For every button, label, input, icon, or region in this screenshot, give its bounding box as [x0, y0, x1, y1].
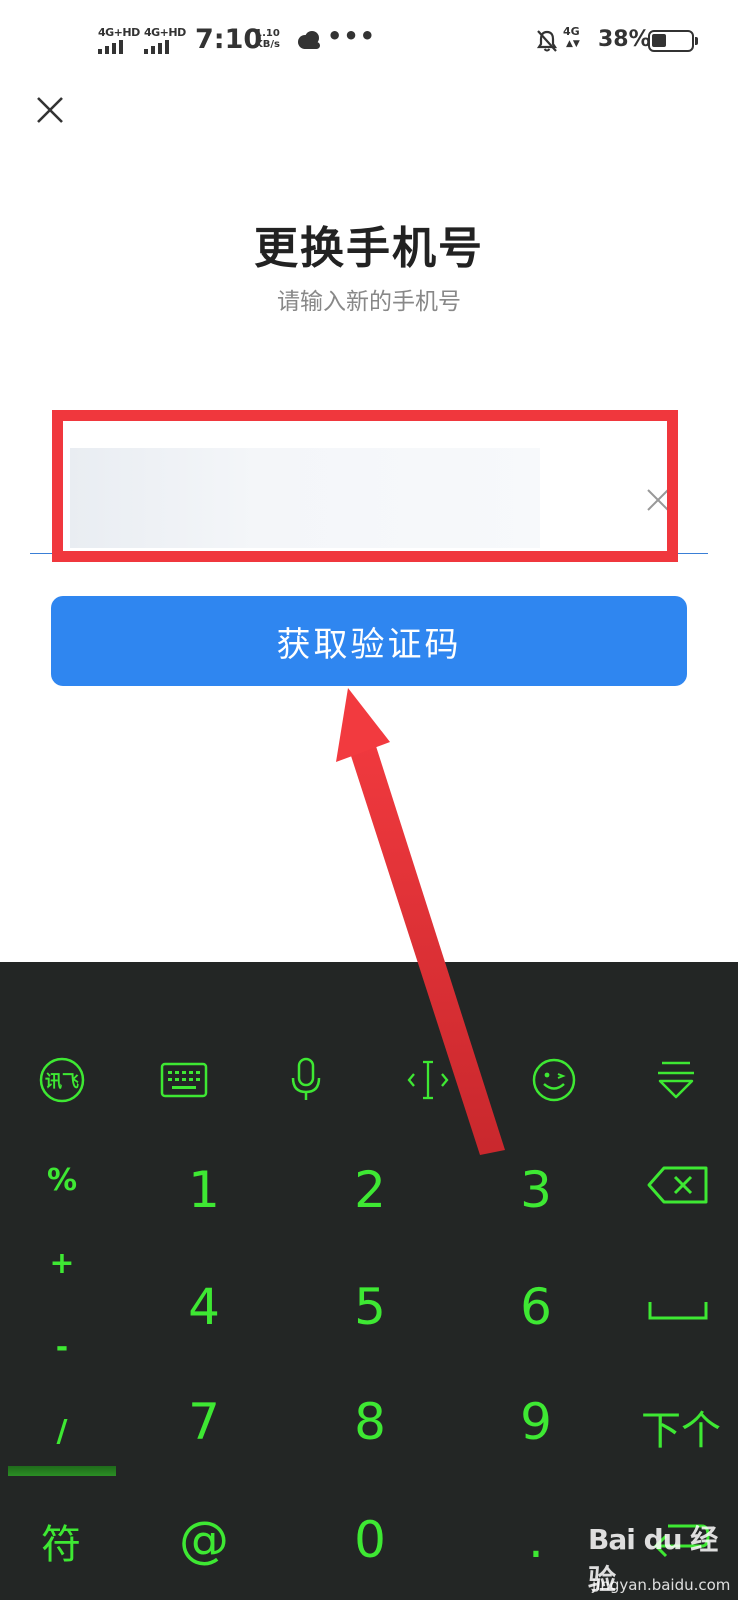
- key-slash[interactable]: /: [12, 1396, 112, 1466]
- key-6[interactable]: 6: [476, 1257, 596, 1357]
- next-field-key[interactable]: 下个: [626, 1382, 736, 1472]
- mobile-data-label: 4G: [563, 25, 580, 38]
- page-title: 更换手机号: [254, 223, 484, 274]
- baidu-jingyan-watermark: Bai du 经验 jingyan.baidu.com: [588, 1518, 738, 1598]
- sim2-network-label: 4G+HD: [144, 26, 186, 39]
- speed-value: 1.10: [255, 28, 280, 39]
- key-3[interactable]: 3: [476, 1140, 596, 1240]
- phone-field: [30, 420, 708, 554]
- battery-icon: [648, 30, 698, 52]
- battery-percent: 38%: [598, 27, 651, 52]
- weather-cloud-icon: [298, 31, 320, 49]
- space-icon: [648, 1302, 708, 1320]
- battery-fill: [652, 34, 666, 47]
- sim1-network-label: 4G+HD: [98, 26, 140, 39]
- network-speed: 1.10 KB/s: [255, 28, 280, 50]
- close-icon[interactable]: [30, 90, 70, 130]
- backspace-icon: [647, 1166, 708, 1204]
- speed-unit: KB/s: [255, 39, 280, 50]
- key-at[interactable]: @: [144, 1490, 264, 1590]
- clear-input-icon[interactable]: [642, 484, 674, 516]
- key-percent[interactable]: %: [12, 1145, 112, 1215]
- microphone-icon[interactable]: [278, 1055, 334, 1105]
- backspace-key[interactable]: [640, 1160, 716, 1210]
- space-key[interactable]: [640, 1290, 716, 1330]
- key-9[interactable]: 9: [476, 1372, 596, 1472]
- mobile-data-icon: 4G ▲▼: [563, 25, 580, 50]
- phone-input[interactable]: [70, 448, 540, 548]
- emoji-icon[interactable]: [526, 1055, 582, 1105]
- page-subtitle: 请输入新的手机号: [277, 289, 461, 315]
- symbol-list-scroll-indicator: [8, 1466, 116, 1476]
- svg-text:讯飞: 讯飞: [45, 1072, 79, 1092]
- key-plus[interactable]: +: [12, 1228, 112, 1298]
- collapse-keyboard-icon[interactable]: [648, 1055, 704, 1105]
- key-4[interactable]: 4: [144, 1257, 264, 1357]
- get-verification-code-button[interactable]: 获取验证码: [51, 596, 687, 686]
- key-minus[interactable]: -: [12, 1312, 112, 1382]
- keyboard-icon[interactable]: [156, 1055, 212, 1105]
- sim1-signal-icon: 4G+HD: [98, 26, 140, 54]
- clock: 7:10: [195, 24, 263, 55]
- key-dot[interactable]: .: [476, 1490, 596, 1590]
- bell-muted-icon: [536, 30, 558, 52]
- sim2-signal-icon: 4G+HD: [144, 26, 186, 54]
- cursor-icon[interactable]: [400, 1055, 456, 1105]
- watermark-url: jingyan.baidu.com: [592, 1576, 731, 1594]
- status-bar: 4G+HD 4G+HD 7:10 1.10 KB/s ••• 4G ▲▼ 38%: [0, 0, 738, 82]
- iflytek-logo-icon[interactable]: 讯飞: [34, 1055, 90, 1105]
- key-8[interactable]: 8: [310, 1372, 430, 1472]
- key-1[interactable]: 1: [144, 1140, 264, 1240]
- key-0[interactable]: 0: [310, 1490, 430, 1590]
- key-symbols-switch[interactable]: 符: [6, 1496, 116, 1586]
- key-5[interactable]: 5: [310, 1257, 430, 1357]
- key-2[interactable]: 2: [310, 1140, 430, 1240]
- more-notifications-icon: •••: [327, 22, 377, 50]
- key-7[interactable]: 7: [144, 1372, 264, 1472]
